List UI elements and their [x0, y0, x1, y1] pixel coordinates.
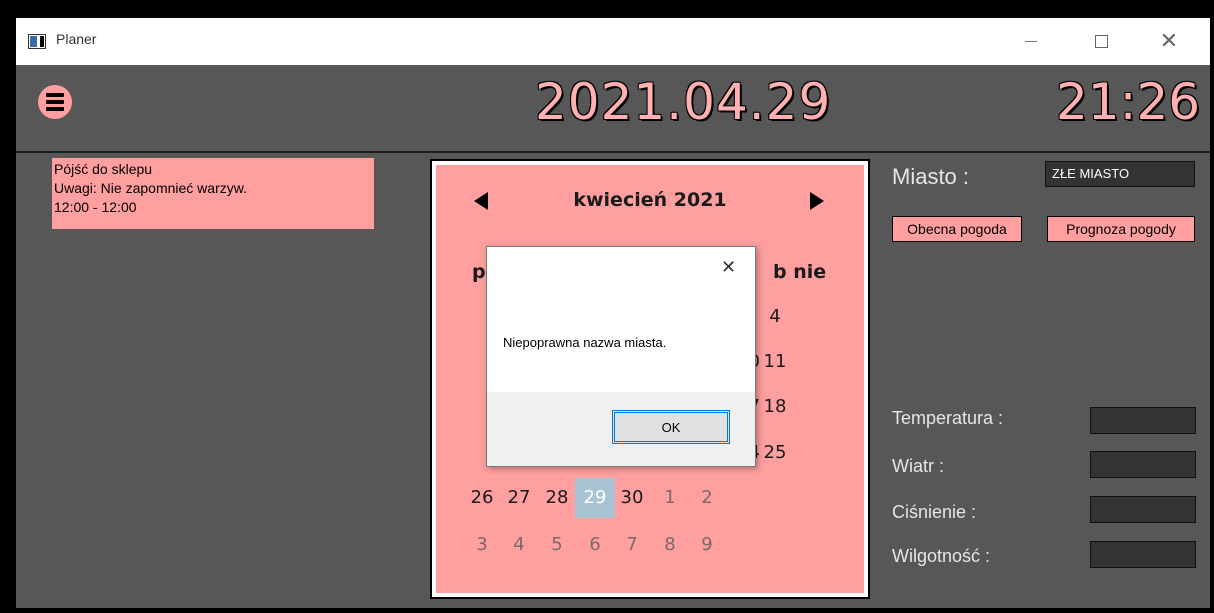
city-input[interactable]: ZŁE MIASTO — [1045, 161, 1195, 187]
hamburger-menu-button[interactable] — [38, 85, 72, 119]
current-time: 21:26 — [1056, 73, 1201, 131]
calendar-day[interactable]: 18 — [755, 387, 795, 427]
humidity-value — [1090, 541, 1196, 568]
pressure-value — [1090, 496, 1196, 523]
calendar-day[interactable]: 25 — [755, 433, 795, 473]
title-bar: Planer ✕ — [16, 18, 1210, 65]
forecast-button[interactable]: Prognoza pogody — [1047, 216, 1195, 242]
calendar-next-month-icon[interactable] — [810, 192, 824, 210]
error-dialog: ✕ Niepoprawna nazwa miasta. OK — [486, 246, 756, 467]
calendar-day[interactable]: 2 — [687, 478, 727, 518]
calendar-day[interactable]: 3 — [462, 525, 502, 565]
calendar-month-label[interactable]: kwiecień 2021 — [436, 189, 864, 211]
dialog-footer: OK — [487, 392, 755, 466]
humidity-label: Wilgotność : — [892, 546, 991, 566]
calendar-day[interactable]: 9 — [687, 525, 727, 565]
app-window: Planer ✕ 2021.04.29 21:26 Pójść do sklep… — [16, 18, 1210, 608]
calendar-day[interactable]: 5 — [537, 525, 577, 565]
calendar-day[interactable]: 7 — [612, 525, 652, 565]
calendar-day[interactable]: 27 — [499, 478, 539, 518]
maximize-icon — [1094, 34, 1108, 48]
city-label: Miasto : — [892, 164, 970, 189]
close-window-button[interactable]: ✕ — [1146, 26, 1192, 56]
calendar-day[interactable]: 30 — [612, 478, 652, 518]
hamburger-icon-bar — [46, 100, 64, 104]
current-date: 2021.04.29 — [535, 73, 832, 131]
calendar-day-selected[interactable]: 29 — [575, 478, 615, 518]
pressure-label: Ciśnienie : — [892, 502, 977, 522]
calendar-day[interactable]: 28 — [537, 478, 577, 518]
calendar-day[interactable]: 4 — [755, 297, 795, 337]
dialog-close-icon[interactable]: ✕ — [721, 257, 736, 278]
temperature-value — [1090, 407, 1196, 434]
wind-value — [1090, 451, 1196, 478]
weekday-header-left: p — [472, 261, 486, 283]
dialog-message: Niepoprawna nazwa miasta. — [503, 335, 667, 350]
close-icon: ✕ — [1159, 28, 1179, 54]
task-card[interactable]: Pójść do sklepu Uwagi: Nie zapomnieć war… — [52, 158, 374, 229]
wind-label: Wiatr : — [892, 456, 944, 476]
current-weather-button[interactable]: Obecna pogoda — [892, 216, 1022, 242]
temperature-label: Temperatura : — [892, 408, 1004, 428]
calendar-day[interactable]: 26 — [462, 478, 502, 518]
task-time: 12:00 - 12:00 — [54, 199, 137, 215]
task-title: Pójść do sklepu — [54, 161, 153, 177]
calendar-day[interactable]: 4 — [499, 525, 539, 565]
minimize-icon — [1025, 40, 1037, 42]
calendar-day[interactable]: 6 — [575, 525, 615, 565]
calendar-day[interactable]: 1 — [650, 478, 690, 518]
header-bar: 2021.04.29 21:26 — [16, 65, 1210, 153]
task-note: Uwagi: Nie zapomnieć warzyw. — [54, 180, 247, 196]
hamburger-icon-bar — [46, 107, 64, 111]
minimize-button[interactable] — [1008, 26, 1054, 56]
hamburger-icon — [46, 93, 64, 97]
maximize-button[interactable] — [1078, 26, 1124, 56]
window-title: Planer — [56, 31, 97, 47]
ok-button[interactable]: OK — [612, 410, 730, 444]
weekday-header-right: b nie — [773, 261, 827, 283]
app-icon — [28, 34, 46, 49]
calendar-day[interactable]: 8 — [650, 525, 690, 565]
calendar-day[interactable]: 11 — [755, 342, 795, 382]
